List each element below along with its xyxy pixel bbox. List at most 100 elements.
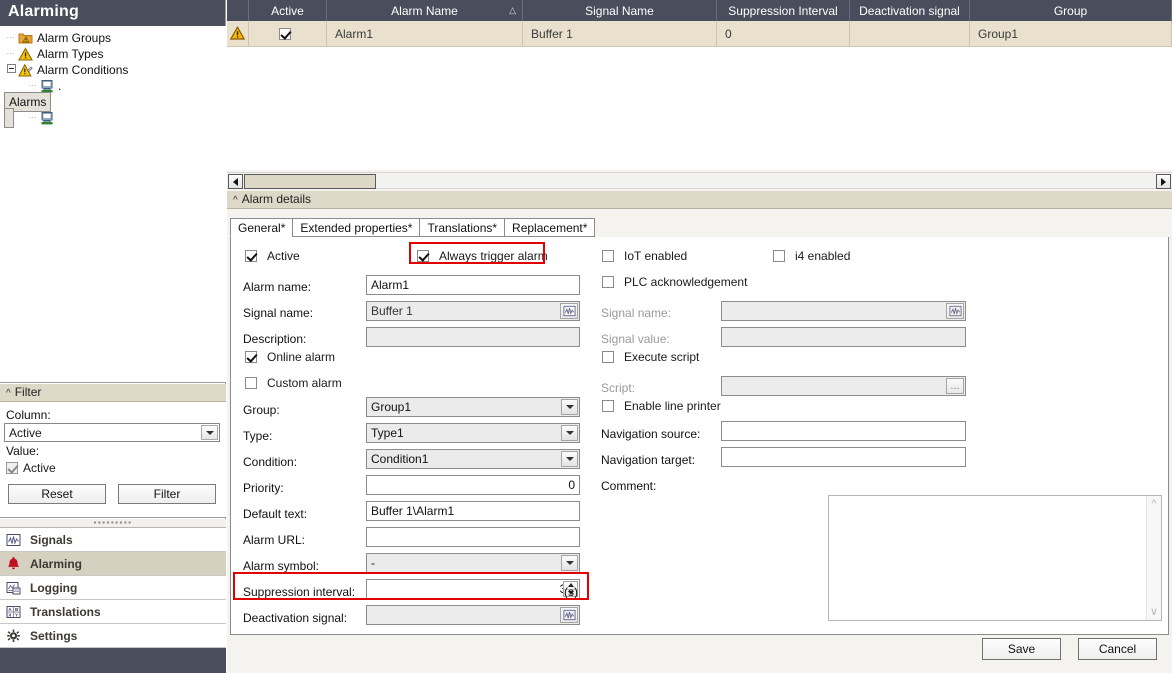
script-browse-button[interactable]: ... — [946, 378, 964, 394]
reset-button[interactable]: Reset — [8, 484, 106, 504]
save-button[interactable]: Save — [982, 638, 1061, 660]
table-row[interactable]: Alarm1 Buffer 1 0 Group1 — [227, 21, 1172, 47]
grid-col-active[interactable]: Active — [249, 0, 327, 21]
enable-line-printer-checkbox[interactable] — [602, 400, 614, 412]
log-chart-icon — [6, 581, 24, 595]
filter-column-value: Active — [9, 425, 42, 440]
sidebar-item-logging[interactable]: Logging — [0, 576, 226, 600]
type-select[interactable]: Type1 — [366, 423, 580, 443]
grid-col-suppression-interval[interactable]: Suppression Interval — [717, 0, 850, 21]
sidebar-splitter[interactable]: ▪▪▪▪▪▪▪▪▪ — [0, 519, 226, 528]
enable-line-printer-checkbox-row[interactable]: Enable line printer — [602, 399, 721, 413]
deactivation-signal-label: Deactivation signal: — [243, 611, 348, 625]
execute-script-label: Execute script — [624, 350, 700, 364]
condition-select[interactable]: Condition1 — [366, 449, 580, 469]
scroll-thumb[interactable] — [244, 174, 376, 189]
custom-alarm-checkbox-row[interactable]: Custom alarm — [245, 376, 342, 390]
condition-label: Condition: — [243, 455, 298, 469]
online-alarm-label: Online alarm — [267, 350, 336, 364]
tree-guide: ⋯ — [6, 33, 16, 42]
filter-active-checkbox[interactable] — [6, 462, 18, 474]
tree-item-alarm-types[interactable]: ⋯ Alarm Types — [0, 46, 226, 62]
comment-scrollbar[interactable]: ^ ∨ — [1146, 496, 1161, 620]
tree-expander-alarm-conditions[interactable] — [4, 62, 18, 78]
navigation-source-input[interactable] — [721, 421, 966, 441]
signal-picker-icon[interactable] — [946, 303, 964, 319]
deactivation-signal-input[interactable] — [366, 605, 580, 625]
tree-item-alarms[interactable]: Alarms — [0, 92, 226, 112]
chevron-down-icon[interactable] — [561, 425, 578, 441]
computer-icon — [40, 79, 54, 93]
filter-panel-header[interactable]: ^ Filter — [0, 384, 226, 402]
execute-script-checkbox[interactable] — [602, 351, 614, 363]
sidebar-item-translations[interactable]: ABXY Translations — [0, 600, 226, 624]
chevron-down-icon[interactable] — [561, 399, 578, 415]
tree-item-alarm-node[interactable]: ⋯ — [0, 108, 226, 128]
tab-translations[interactable]: Translations* — [419, 218, 506, 237]
iot-enabled-checkbox-row[interactable]: IoT enabled — [602, 249, 687, 263]
grid-col-status[interactable] — [227, 0, 249, 21]
alarm-details-header[interactable]: ^ Alarm details — [227, 191, 1172, 209]
i4-enabled-checkbox[interactable] — [773, 250, 785, 262]
tree-guide: ⋯ — [6, 49, 16, 58]
signal-picker-icon[interactable] — [560, 303, 578, 319]
sidebar-item-settings[interactable]: Settings — [0, 624, 226, 648]
comment-textarea[interactable]: ^ ∨ — [828, 495, 1162, 621]
signal-name-label: Signal name: — [243, 306, 314, 320]
sidebar-item-alarming[interactable]: Alarming — [0, 552, 226, 576]
grid-col-signal-name[interactable]: Signal Name — [523, 0, 717, 21]
always-trigger-alarm-checkbox[interactable] — [417, 250, 429, 262]
chevron-down-icon[interactable]: ∨ — [1150, 604, 1158, 620]
default-text-label: Default text: — [243, 507, 308, 521]
tab-general[interactable]: General* — [230, 218, 294, 237]
grid-col-alarm-name-label: Alarm Name — [391, 3, 458, 18]
always-trigger-checkbox-row[interactable]: Always trigger alarm — [417, 249, 548, 263]
filter-value-checkbox-row[interactable]: Active — [6, 461, 220, 475]
execute-script-checkbox-row[interactable]: Execute script — [602, 350, 699, 364]
scroll-right-icon[interactable] — [1156, 174, 1171, 189]
alarm-symbol-select[interactable]: - — [366, 553, 580, 573]
priority-input[interactable]: 0 — [366, 475, 580, 495]
tree-item-alarm-conditions[interactable]: Alarm Conditions — [0, 62, 226, 78]
grid-horizontal-scrollbar[interactable] — [227, 172, 1172, 189]
active-checkbox-row[interactable]: Active — [245, 249, 300, 263]
sidebar-item-signals[interactable]: Signals — [0, 528, 226, 552]
suppression-interval-input[interactable]: 30 — [366, 579, 580, 599]
active-checkbox[interactable] — [245, 250, 257, 262]
sidebar: Alarming ⋯ Alarm Groups ⋯ Alarm Types Al… — [0, 0, 226, 673]
grid-col-deactivation-signal[interactable]: Deactivation signal — [850, 0, 970, 21]
row-active-cell[interactable] — [249, 21, 327, 47]
chevron-down-icon[interactable] — [561, 451, 578, 467]
signal-picker-icon[interactable] — [560, 607, 578, 623]
online-alarm-checkbox-row[interactable]: Online alarm — [245, 350, 335, 364]
row-active-checkbox[interactable] — [279, 28, 291, 40]
alarm-name-input[interactable]: Alarm1 — [366, 275, 580, 295]
chevron-down-icon[interactable] — [201, 425, 218, 440]
description-input[interactable] — [366, 327, 580, 347]
tab-replacement[interactable]: Replacement* — [504, 218, 596, 237]
group-select[interactable]: Group1 — [366, 397, 580, 417]
cancel-button[interactable]: Cancel — [1078, 638, 1157, 660]
signal-name-input[interactable]: Buffer 1 — [366, 301, 580, 321]
default-text-input[interactable]: Buffer 1\Alarm1 — [366, 501, 580, 521]
filter-column-select[interactable]: Active — [4, 423, 220, 442]
chevron-down-icon[interactable] — [561, 555, 578, 571]
online-alarm-checkbox[interactable] — [245, 351, 257, 363]
tree-item-alarm-groups[interactable]: ⋯ Alarm Groups — [0, 30, 226, 46]
page-title: Alarming — [0, 0, 225, 26]
grid-col-group[interactable]: Group — [970, 0, 1172, 21]
navigation-target-input[interactable] — [721, 447, 966, 467]
alarm-url-input[interactable] — [366, 527, 580, 547]
chevron-up-icon[interactable]: ^ — [1151, 496, 1156, 512]
plc-acknowledgement-checkbox[interactable] — [602, 276, 614, 288]
row-group-cell: Group1 — [970, 21, 1172, 47]
i4-enabled-checkbox-row[interactable]: i4 enabled — [773, 249, 850, 263]
tab-extended-properties[interactable]: Extended properties* — [292, 218, 421, 237]
plc-acknowledgement-checkbox-row[interactable]: PLC acknowledgement — [602, 275, 747, 289]
scroll-left-icon[interactable] — [228, 174, 243, 189]
grid-col-alarm-name[interactable]: Alarm Name △ — [327, 0, 523, 21]
tree-item-label: Alarm Conditions — [37, 63, 129, 77]
iot-enabled-checkbox[interactable] — [602, 250, 614, 262]
filter-button[interactable]: Filter — [118, 484, 216, 504]
custom-alarm-checkbox[interactable] — [245, 377, 257, 389]
